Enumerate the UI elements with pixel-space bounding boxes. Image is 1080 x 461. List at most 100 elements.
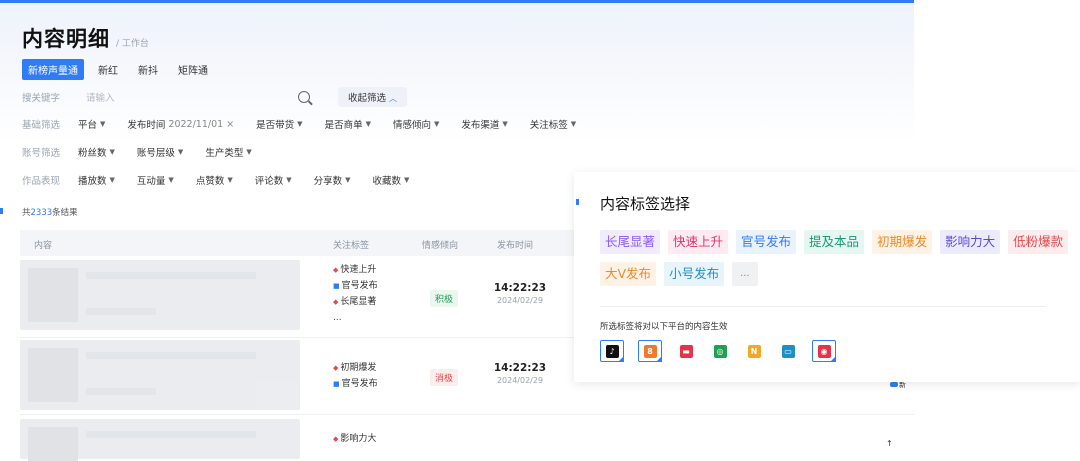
filter-shares[interactable]: 分享数 ▼ [314,173,351,187]
content-thumbnail[interactable] [20,419,300,461]
platform-option[interactable]: ♪ [600,340,624,362]
tab-xindou[interactable]: 新抖 [132,59,164,80]
edge-arrow-icon: ↑ [886,439,893,448]
header-time: 发布时间 [497,241,534,251]
search-input[interactable]: 请输入 [78,87,318,107]
tag-option[interactable]: 长尾显著 [600,230,661,254]
platform-option[interactable]: ▬ [676,341,696,361]
tag-more[interactable]: ... [333,310,378,326]
filter-fans-label: 粉丝数 [78,148,107,159]
clear-icon[interactable]: × [226,119,234,130]
tab-xinhong[interactable]: 新红 [92,59,124,80]
filter-likes-label: 点赞数 [195,176,225,187]
tag-label: 快速上升 [340,265,377,275]
tag-option[interactable]: 小号发布 [664,262,725,286]
filter-commercial-label: 是否商单 [324,120,363,131]
tag-option[interactable]: 官号发布 [736,230,797,254]
tag-red-icon: ◆ [333,298,339,306]
platform-option[interactable]: 8 [638,340,662,362]
tag-blue-icon: ■ [333,380,340,388]
filter-production-type[interactable]: 生产类型 ▼ [205,145,251,159]
results-prefix: 共 [22,208,31,218]
table-row[interactable]: ◆ 影响力大 [20,415,914,461]
thumbnail-title [86,431,256,438]
filter-with-goods[interactable]: 是否带货 ▼ [256,117,302,131]
tag-selection-panel: 内容标签选择 长尾显著 快速上升 官号发布 提及本品 初期爆发 影响力大 低粉爆款大V发布小… [574,172,1080,382]
panel-marker [576,199,579,205]
filter-account-level[interactable]: 账号层级 ▼ [137,145,183,159]
search-icon[interactable] [298,90,310,103]
collapse-filter-button[interactable]: 收起筛选 ︿ [338,87,408,107]
publish-time-clock: 14:22:23 [493,362,547,374]
keyword-row: 搜关键字 请输入 收起筛选 ︿ [22,87,408,107]
thumbnail-title [86,352,256,359]
caret-down-icon: ▼ [570,120,577,128]
tab-juzhentong[interactable]: 矩阵通 [172,59,214,80]
publish-time: 14:22:23 2024/02/29 [490,362,550,385]
filter-interactions[interactable]: 互动量 ▼ [137,173,174,187]
publish-time-date: 2024/02/29 [496,376,544,385]
tag-item: ◆ 初期爆发 [333,360,378,376]
edge-badge-text: 新 [899,381,906,389]
tag-option[interactable]: 大V发布 [600,262,657,286]
caret-down-icon: ▼ [345,176,351,184]
page-title: 内容明细 [22,27,110,51]
filter-comments[interactable]: 评论数 ▼ [255,173,292,187]
edge-badge-icon [890,382,898,387]
weibo-icon: ◉ [817,344,831,358]
tag-option[interactable]: 影响力大 [940,230,1001,254]
caret-down-icon: ▼ [109,148,115,156]
platform-option[interactable]: ▭ [778,341,798,361]
thumbnail-meta [86,308,156,315]
filter-fans[interactable]: 粉丝数 ▼ [78,145,115,159]
caret-down-icon: ▼ [100,120,106,128]
kuaishou-icon: N [747,344,761,358]
tag-option[interactable]: 提及本品 [804,230,865,254]
filter-likes[interactable]: 点赞数 ▼ [196,173,233,187]
caret-down-icon: ▼ [109,176,115,184]
caret-down-icon: ▼ [286,176,292,184]
caret-down-icon: ▼ [365,120,371,128]
more-tags-button[interactable]: ... [732,262,758,286]
tag-label: 官号发布 [341,379,378,389]
tag-label: 初期爆发 [340,363,377,373]
filter-platform[interactable]: 平台 ▼ [78,117,105,131]
filter-publish-time[interactable]: 发布时间 2022/11/01 × [127,117,234,132]
filter-publish-time-label: 发布时间 [127,120,166,131]
platform-option[interactable]: ◎ [710,341,730,361]
tab-xinbang[interactable]: 新榜声量通 [22,59,84,80]
filter-sentiment[interactable]: 情感倾向 ▼ [393,117,439,131]
tag-label: 官号发布 [341,281,378,291]
platform-option[interactable]: N [744,341,764,361]
caret-down-icon: ▼ [177,148,184,156]
platform-note: 所选标签将对以下平台的内容生效 [600,322,728,332]
filter-plays[interactable]: 播放数 ▼ [78,173,115,187]
platform-option[interactable]: ◉ [812,340,836,362]
tag-option[interactable]: 快速上升 [668,230,729,254]
filter-channel-label: 发布渠道 [461,120,500,131]
platform-tabs: 新榜声量通 新红 新抖 矩阵通 [22,59,214,80]
filter-commercial[interactable]: 是否商单 ▼ [325,117,371,131]
basic-filter-label: 基础筛选 [22,120,61,131]
filter-channel[interactable]: 发布渠道 ▼ [461,117,507,131]
content-thumbnail[interactable] [20,260,300,330]
tag-option[interactable]: 初期爆发 [872,230,933,254]
section-marker [0,208,3,214]
filter-comments-label: 评论数 [254,176,284,187]
caret-down-icon: ▼ [246,148,252,156]
sentiment-badge: 积极 [430,290,459,307]
filter-favorites[interactable]: 收藏数 ▼ [373,173,410,187]
chevron-up-icon: ︿ [389,94,398,103]
content-thumbnail[interactable] [20,340,300,410]
tag-option[interactable]: 低粉爆款 [1008,230,1069,254]
panel-title: 内容标签选择 [600,195,691,213]
filter-tags[interactable]: 关注标签 ▼ [530,117,576,131]
tag-red-icon: ◆ [333,364,339,372]
page-header: 内容明细 / 工作台 [22,23,149,53]
tag-item: ■ 官号发布 [333,278,378,294]
results-suffix: 条结果 [52,208,78,218]
sentiment-badge: 消极 [430,369,459,386]
caret-down-icon: ▼ [433,120,440,128]
publish-time-date: 2024/02/29 [496,296,544,305]
keyword-label: 搜关键字 [22,93,61,104]
